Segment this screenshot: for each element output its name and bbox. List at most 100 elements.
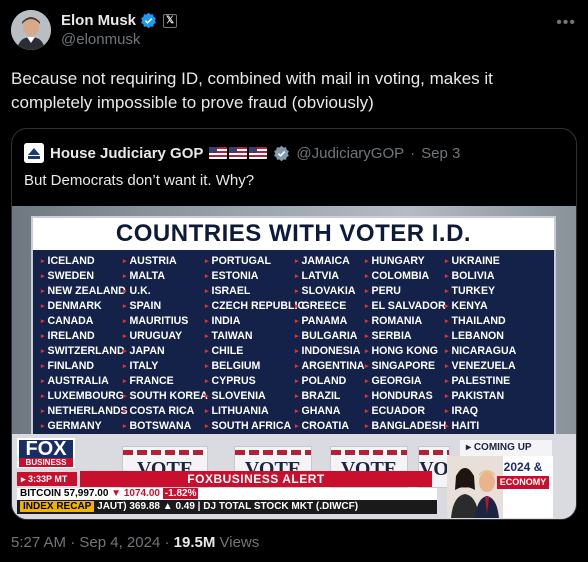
country-column: UKRAINEBOLIVIATURKEYKENYATHAILANDLEBANON… xyxy=(445,254,523,434)
country-name: BELGIUM xyxy=(205,359,295,374)
country-name: LEBANON xyxy=(445,329,523,344)
country-name: JAPAN xyxy=(123,344,205,359)
coming-up-label: ▸ COMING UP xyxy=(460,440,552,456)
country-column: PORTUGALESTONIAISRAELCZECH REPUBLICINDIA… xyxy=(205,254,306,434)
voter-id-board: COUNTRIES WITH VOTER I.D. ICELANDSWEDENN… xyxy=(31,216,556,436)
country-name: SERBIA xyxy=(365,329,445,344)
country-name: PALESTINE xyxy=(445,374,523,389)
country-name: IRELAND xyxy=(41,329,123,344)
country-name: MALTA xyxy=(123,269,205,284)
country-name: AUSTRALIA xyxy=(41,374,123,389)
country-name: PERU xyxy=(365,284,445,299)
country-column: HUNGARYCOLOMBIAPERUEL SALVADORROMANIASER… xyxy=(365,254,447,434)
quoted-author-name: House Judiciary GOP xyxy=(50,144,204,162)
tweet-footer: 5:27 AM · Sep 4, 2024 · 19.5M Views xyxy=(11,534,260,551)
quoted-date: Sep 3 xyxy=(421,144,461,162)
country-name: PAKISTAN xyxy=(445,389,523,404)
country-column: JAMAICALATVIASLOVAKIAGREECEPANAMABULGARI… xyxy=(295,254,365,434)
country-name: GEORGIA xyxy=(365,374,445,389)
country-name: FRANCE xyxy=(123,374,205,389)
tweet-text: Because not requiring ID, combined with … xyxy=(11,69,493,112)
country-name: PORTUGAL xyxy=(205,254,295,269)
country-name: POLAND xyxy=(295,374,365,389)
country-name: GREECE xyxy=(295,299,365,314)
country-name: BANGLADESH xyxy=(365,419,447,434)
country-name: SWEDEN xyxy=(41,269,123,284)
quoted-author-avatar xyxy=(24,143,44,163)
promo-box: 2024 & ECONOMY xyxy=(447,456,553,518)
country-name: COLOMBIA xyxy=(365,269,445,284)
country-name: JAMAICA xyxy=(295,254,365,269)
country-name: NICARAGUA xyxy=(445,344,523,359)
country-name: DENMARK xyxy=(41,299,123,314)
tweet-date[interactable]: Sep 4, 2024 xyxy=(79,534,160,551)
country-name: CROATIA xyxy=(295,419,365,434)
country-name: SLOVAKIA xyxy=(295,284,365,299)
more-options-icon[interactable]: ••• xyxy=(556,14,576,32)
country-name: HAITI xyxy=(445,419,523,434)
author-avatar[interactable] xyxy=(11,10,51,50)
views-count: 19.5M xyxy=(173,534,216,551)
alert-bar: FOXBUSINESS ALERT xyxy=(80,471,432,487)
quoted-media-image[interactable]: COUNTRIES WITH VOTER I.D. ICELANDSWEDENN… xyxy=(12,206,576,519)
tweet-header: Elon Musk 𝕏 @elonmusk ••• xyxy=(11,10,576,54)
country-name: ESTONIA xyxy=(205,269,295,284)
country-name: LUXEMBOURG xyxy=(41,389,125,404)
country-name: AUSTRIA xyxy=(123,254,205,269)
country-name: U.K. xyxy=(123,284,205,299)
country-name: TURKEY xyxy=(445,284,523,299)
ticker-bitcoin: BITCOIN 57,997.00 ▼ 1074.00 -1.82% xyxy=(17,488,437,500)
country-name: SOUTH AFRICA xyxy=(205,419,295,434)
country-name: NETHERLANDS xyxy=(41,404,128,419)
quoted-text: But Democrats don’t want it. Why? xyxy=(24,172,255,189)
country-name: EL SALVADOR xyxy=(365,299,446,314)
quoted-tweet[interactable]: House Judiciary GOP @JudiciaryGOP · Sep … xyxy=(11,128,577,520)
country-columns: ICELANDSWEDENNEW ZEALANDDENMARKCANADAIRE… xyxy=(41,254,548,434)
country-name: INDONESIA xyxy=(295,344,365,359)
affiliate-badge-icon: 𝕏 xyxy=(163,13,178,28)
tv-lower-third: VOTE VOTE VOTE VO FOX BUSINESS ▸ 3:33P M… xyxy=(12,434,576,519)
country-name: ECUADOR xyxy=(365,404,445,419)
country-name: GHANA xyxy=(295,404,365,419)
country-name: NEW ZEALAND xyxy=(41,284,126,299)
country-name: ISRAEL xyxy=(205,284,295,299)
country-name: HUNGARY xyxy=(365,254,445,269)
country-name: SINGAPORE xyxy=(365,359,445,374)
country-name: CHILE xyxy=(205,344,295,359)
country-name: FINLAND xyxy=(41,359,123,374)
country-name: TAIWAN xyxy=(205,329,295,344)
country-name: URUGUAY xyxy=(123,329,205,344)
country-column: ICELANDSWEDENNEW ZEALANDDENMARKCANADAIRE… xyxy=(41,254,128,434)
country-name: COSTA RICA xyxy=(123,404,205,419)
country-name: MAURITIUS xyxy=(123,314,205,329)
broadcast-time: ▸ 3:33P MT xyxy=(17,472,77,486)
country-name: SOUTH KOREA xyxy=(123,389,208,404)
country-name: INDIA xyxy=(205,314,295,329)
country-name: BRAZIL xyxy=(295,389,365,404)
country-name: ROMANIA xyxy=(365,314,445,329)
country-name: LATVIA xyxy=(295,269,365,284)
anchors-photo-icon xyxy=(447,456,503,518)
country-name: KENYA xyxy=(445,299,523,314)
country-name: ARGENTINA xyxy=(295,359,365,374)
country-name: BOTSWANA xyxy=(123,419,205,434)
country-name: VENEZUELA xyxy=(445,359,523,374)
country-name: SPAIN xyxy=(123,299,205,314)
country-name: ICELAND xyxy=(41,254,123,269)
author-name[interactable]: Elon Musk xyxy=(61,12,136,29)
tweet-time[interactable]: 5:27 AM xyxy=(11,534,66,551)
board-title: COUNTRIES WITH VOTER I.D. xyxy=(33,218,554,250)
country-name: HONDURAS xyxy=(365,389,445,404)
country-name: HONG KONG xyxy=(365,344,445,359)
verified-badge-icon xyxy=(141,12,156,29)
ticker-index: INDEX RECAP JAUT) 369.88 ▲ 0.49 | DJ TOT… xyxy=(17,500,437,514)
country-name: THAILAND xyxy=(445,314,523,329)
fox-business-logo: FOX BUSINESS xyxy=(17,438,75,468)
country-name: CZECH REPUBLIC xyxy=(205,299,306,314)
author-handle[interactable]: @elonmusk xyxy=(61,31,177,48)
country-column: AUSTRIAMALTAU.K.SPAINMAURITIUSURUGUAYJAP… xyxy=(123,254,208,434)
country-name: CANADA xyxy=(41,314,123,329)
country-name: SWITZERLAND xyxy=(41,344,125,359)
country-name: IRAQ xyxy=(445,404,523,419)
views-label: Views xyxy=(219,534,260,551)
